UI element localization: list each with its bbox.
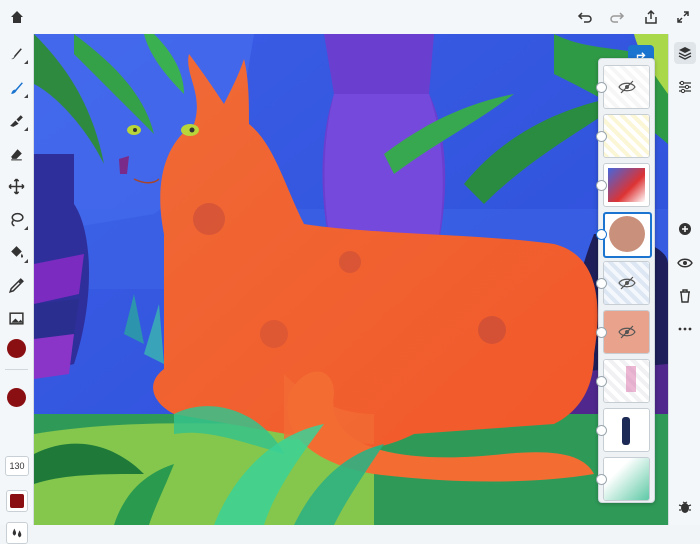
lasso-icon[interactable]: [5, 208, 28, 231]
divider: [5, 369, 28, 370]
brush-tool-icon[interactable]: [5, 42, 28, 65]
top-toolbar: [0, 0, 700, 35]
layer-select-dot[interactable]: [596, 425, 607, 436]
eraser-icon[interactable]: [5, 142, 28, 165]
layer-thumbnail[interactable]: [603, 212, 652, 258]
home-icon[interactable]: [6, 6, 28, 28]
layer-select-dot[interactable]: [596, 327, 607, 338]
layers-icon[interactable]: [674, 42, 696, 64]
layer-thumbnail[interactable]: [603, 65, 650, 109]
redo-icon[interactable]: [606, 6, 628, 28]
visibility-icon[interactable]: [674, 252, 696, 274]
layer-select-dot[interactable]: [596, 180, 607, 191]
undo-icon[interactable]: [574, 6, 596, 28]
layer-thumbnail[interactable]: [603, 261, 650, 305]
layer-thumbnail[interactable]: [603, 163, 650, 207]
layer-select-dot[interactable]: [596, 376, 607, 387]
layer-thumbnail[interactable]: [603, 114, 650, 158]
more-icon[interactable]: [674, 318, 696, 340]
bug-icon[interactable]: [674, 496, 696, 518]
drawing-canvas[interactable]: [34, 34, 668, 525]
primary-color-swatch[interactable]: [7, 339, 26, 358]
share-icon[interactable]: [640, 6, 662, 28]
layer-select-dot[interactable]: [596, 229, 607, 240]
layer-select-dot[interactable]: [596, 278, 607, 289]
hidden-eye-icon: [617, 324, 636, 345]
brush-size-value[interactable]: 130: [5, 456, 29, 476]
smudge-tool-icon[interactable]: [5, 109, 28, 132]
layer-thumbnail[interactable]: [603, 457, 650, 501]
layer-select-dot[interactable]: [596, 131, 607, 142]
right-toolbar: [668, 34, 700, 525]
adjustments-icon[interactable]: [674, 76, 696, 98]
artwork: [34, 34, 668, 525]
layer-thumbnail[interactable]: [603, 359, 650, 403]
eyedropper-icon[interactable]: [5, 274, 28, 297]
fill-bucket-icon[interactable]: [5, 241, 28, 264]
left-toolbar: 130: [0, 34, 34, 544]
layers-panel: [596, 58, 655, 503]
layer-thumbnail[interactable]: [603, 408, 650, 452]
layer-select-dot[interactable]: [596, 82, 607, 93]
move-icon[interactable]: [5, 175, 28, 198]
fullscreen-icon[interactable]: [672, 6, 694, 28]
paint-brush-icon[interactable]: [5, 76, 28, 99]
add-layer-icon[interactable]: [674, 218, 696, 240]
layer-select-dot[interactable]: [596, 474, 607, 485]
delete-icon[interactable]: [674, 285, 696, 307]
secondary-color-swatch[interactable]: [7, 388, 26, 407]
color-picker-button[interactable]: [6, 490, 28, 512]
hidden-eye-icon: [617, 79, 636, 100]
flow-opacity-icon[interactable]: [6, 522, 28, 544]
image-icon[interactable]: [5, 307, 28, 330]
layer-thumbnail[interactable]: [603, 310, 650, 354]
hidden-eye-icon: [617, 275, 636, 296]
